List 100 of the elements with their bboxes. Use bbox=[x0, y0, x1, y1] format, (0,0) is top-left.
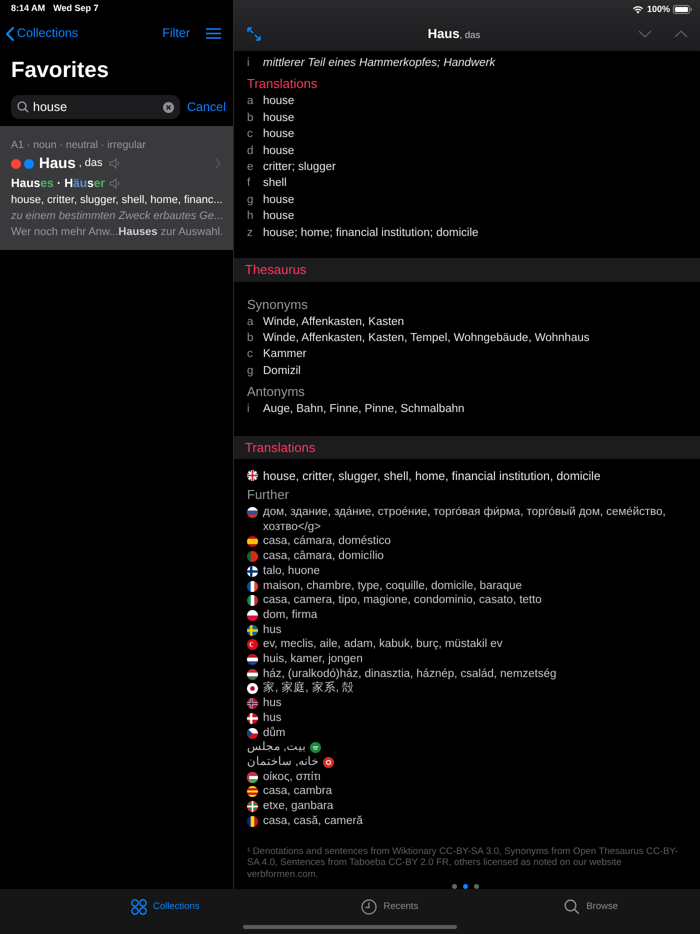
subsection-label: Further bbox=[246, 486, 290, 504]
flag-icon bbox=[247, 580, 258, 592]
back-chevron-icon bbox=[6, 26, 14, 40]
sense-letter: e bbox=[247, 160, 254, 176]
sense-text: house bbox=[263, 209, 294, 224]
translation-text: maison, chambre, type, coquille, domicile, baraque bbox=[263, 578, 522, 594]
translation-text: dom, firma bbox=[263, 608, 318, 623]
flag-icon bbox=[247, 654, 258, 666]
sense-letter: a bbox=[247, 94, 254, 110]
word-meta: A1 · noun · neutral · irregular bbox=[11, 138, 147, 152]
tab-item[interactable]: Recents bbox=[361, 889, 418, 925]
sense-text: Auge, Bahn, Finne, Pinne, Schmalbahn bbox=[263, 402, 464, 418]
flag-icon bbox=[247, 624, 258, 636]
sense-text: house bbox=[263, 110, 294, 126]
expand-icon[interactable] bbox=[246, 26, 262, 42]
sense-text: mittlerer Teil eines Hammerkopfes; Handwerk bbox=[263, 56, 496, 71]
page-title: Favorites bbox=[10, 56, 110, 84]
translation-text: casa, camera, tipo, magione, condominio, casato, tetto bbox=[263, 593, 542, 608]
translation-text: talo, huone bbox=[263, 564, 320, 579]
translation-text: ház, (uralkodó)ház, dinasztia, háznép, család, nemzetség bbox=[263, 666, 556, 681]
sense-letter: f bbox=[247, 176, 252, 192]
clock-icon bbox=[361, 899, 378, 915]
translation-text: casa, casă, cameră bbox=[263, 814, 363, 828]
translation-text: casa, cámara, doméstico bbox=[263, 534, 391, 550]
status-time: 8:14 AM bbox=[11, 2, 46, 16]
translation-text: ev, meclis, aile, adam, kabuk, burç, müstakil ev bbox=[263, 637, 502, 652]
sense-text: house bbox=[263, 94, 294, 110]
battery-icon bbox=[673, 5, 692, 14]
chevron-up-icon[interactable] bbox=[674, 30, 688, 38]
flag-icon bbox=[247, 610, 258, 621]
sense-text: Winde, Affenkasten, Kasten, Tempel, Wohngebäude, Wohnhaus bbox=[263, 330, 590, 346]
translation-text: etxe, ganbara bbox=[263, 799, 334, 814]
flag-icon bbox=[247, 712, 258, 724]
plural-forms: Hauses · Häuser bbox=[11, 175, 106, 192]
search-icon bbox=[17, 101, 29, 113]
section-header: Translations bbox=[234, 436, 700, 460]
flag-icon bbox=[247, 639, 258, 650]
section-header: Thesaurus bbox=[234, 258, 700, 282]
translation-text: hus bbox=[263, 696, 282, 711]
filter-button[interactable]: Filter bbox=[162, 24, 190, 43]
flag-icon bbox=[247, 728, 258, 739]
chevron-right-icon bbox=[215, 158, 221, 169]
flag-icon bbox=[247, 566, 258, 577]
menu-icon[interactable] bbox=[206, 28, 221, 39]
sense-text: Domizil bbox=[263, 364, 301, 379]
flag-icon bbox=[310, 742, 322, 754]
sense-text: house bbox=[263, 192, 294, 208]
headword: Haus bbox=[39, 154, 76, 174]
tab-item[interactable]: Collections bbox=[131, 889, 200, 925]
status-date: Wed Sep 7 bbox=[53, 2, 99, 16]
clear-icon[interactable] bbox=[163, 102, 174, 112]
flag-icon bbox=[247, 698, 258, 710]
translation-text: huis, kamer, jongen bbox=[263, 652, 363, 667]
cancel-button[interactable]: Cancel bbox=[187, 98, 226, 116]
article-label: , das bbox=[78, 156, 103, 171]
translation-text: dům bbox=[263, 726, 286, 740]
sense-letter: h bbox=[247, 209, 254, 224]
search-icon bbox=[564, 899, 580, 915]
translation-text: بيت, مجلس bbox=[247, 740, 306, 755]
sense-text: house; home; financial institution; domicile bbox=[263, 226, 478, 241]
translation-text: casa, cambra bbox=[263, 784, 332, 800]
flag-icon bbox=[247, 470, 258, 482]
flag-icon bbox=[247, 786, 258, 798]
flag-icon bbox=[247, 507, 258, 518]
sense-letter: g bbox=[247, 364, 254, 379]
flag-icon bbox=[247, 816, 258, 827]
speaker-icon bbox=[109, 178, 122, 189]
sense-letter: b bbox=[247, 110, 254, 126]
translations-summary: house, critter, slugger, shell, home, financ... bbox=[11, 193, 222, 208]
wifi-icon bbox=[632, 5, 644, 14]
flag-icon bbox=[247, 551, 258, 562]
tab-item[interactable]: Browse bbox=[564, 889, 618, 925]
sense-letter: d bbox=[247, 144, 254, 159]
translation-text: hus bbox=[263, 710, 282, 726]
example-sentence: Wer noch mehr Anw...Hauses zur Auswahl. bbox=[11, 225, 222, 240]
sense-letter: i bbox=[247, 56, 251, 71]
chevron-down-icon[interactable] bbox=[638, 30, 652, 38]
sense-letter: b bbox=[247, 330, 254, 346]
search-field[interactable]: house bbox=[11, 95, 180, 119]
back-button[interactable]: Collections bbox=[6, 24, 78, 43]
flag-icon bbox=[247, 772, 258, 783]
flag-icon bbox=[323, 756, 334, 768]
section-heading: Translations bbox=[246, 75, 318, 94]
sense-letter: g bbox=[247, 192, 254, 208]
translation-text: 家, 家庭, 家系, 殻 bbox=[263, 681, 354, 696]
battery-percent: 100% bbox=[646, 3, 670, 16]
translation-text: οίκος, σπίτι bbox=[263, 770, 321, 784]
translation-text: house, critter, slugger, shell, home, financial institution, domicile bbox=[263, 468, 601, 486]
flag-icon bbox=[247, 595, 258, 606]
flag-icon bbox=[247, 683, 258, 694]
entry-title: Haus bbox=[428, 25, 460, 44]
sense-letter: c bbox=[247, 347, 254, 362]
speaker-icon bbox=[108, 158, 121, 169]
result-item[interactable]: A1 · noun · neutral · irregular Haus , das Hauses · Häuser house, critter, slugger, shell, home, financ... zu einem bestimmten Zweck erbautes Ge... Wer noch mehr Anw...Hauses zur Auswahl. bbox=[0, 126, 233, 250]
flag-icon bbox=[247, 668, 258, 680]
article-label: , das bbox=[460, 29, 480, 44]
sense-letter: z bbox=[247, 226, 254, 241]
sense-letter: a bbox=[247, 314, 254, 330]
translation-text: casa, câmara, domicílio bbox=[263, 549, 384, 564]
sense-text: Winde, Affenkasten, Kasten bbox=[263, 314, 404, 330]
